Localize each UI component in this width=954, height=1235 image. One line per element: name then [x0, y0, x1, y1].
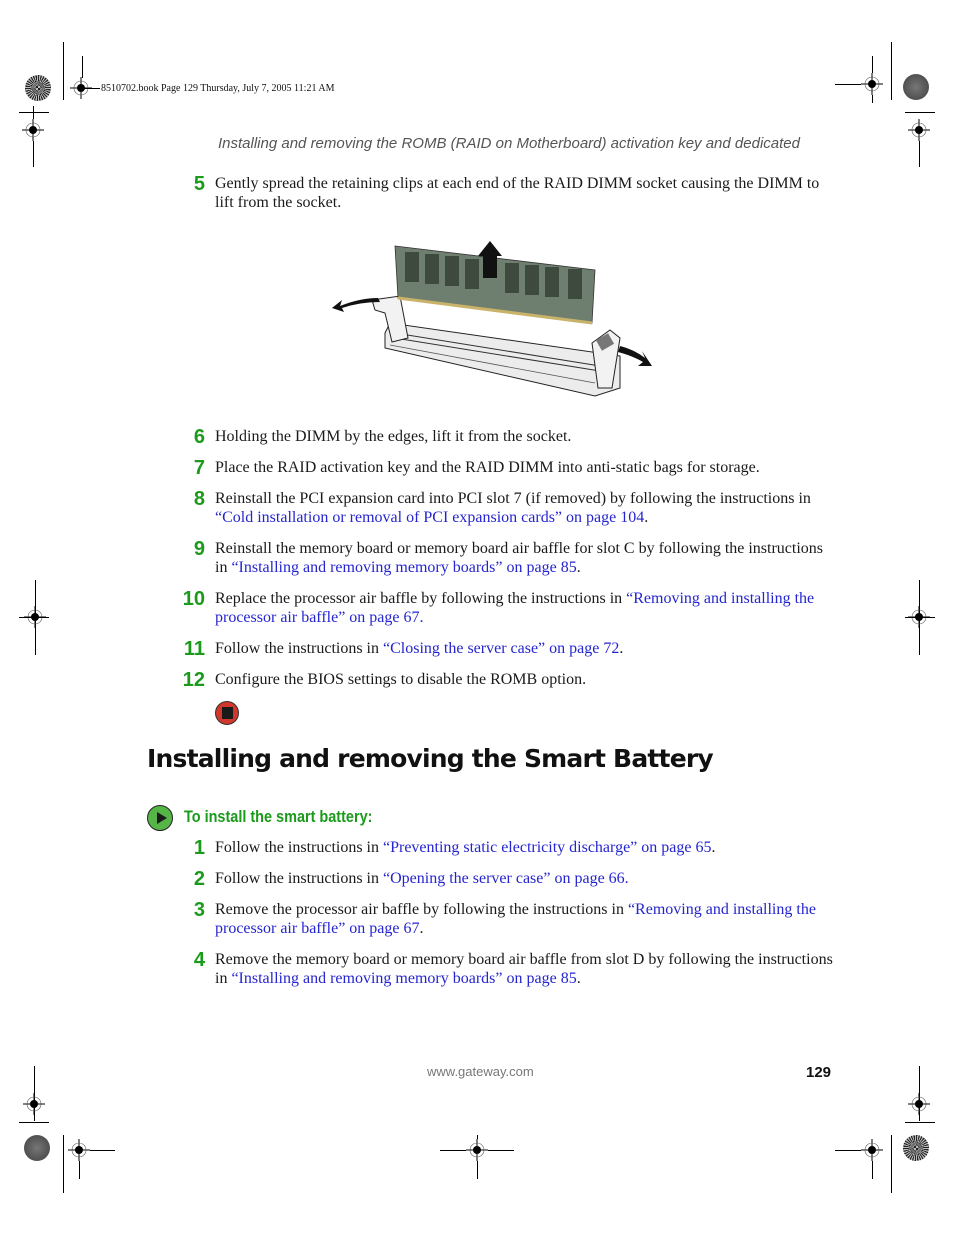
- cross-reference-link[interactable]: “Closing the server case” on page 72: [383, 640, 619, 657]
- crop-mark: [19, 1122, 49, 1123]
- step-number: 1: [193, 837, 205, 859]
- print-slug: 8510702.book Page 129 Thursday, July 7, …: [101, 83, 335, 94]
- color-bar-disc: [24, 1135, 50, 1161]
- crop-mark: [477, 1161, 478, 1179]
- step-item: 10 Replace the processor air baffle by f…: [180, 589, 835, 627]
- step-number: 6: [193, 426, 205, 448]
- crop-mark: [19, 112, 49, 113]
- crop-mark: [440, 1150, 466, 1151]
- color-bar-disc: [903, 74, 929, 100]
- step-item: 3 Remove the processor air baffle by fol…: [180, 900, 835, 938]
- step-item: 1 Follow the instructions in “Preventing…: [180, 837, 835, 859]
- color-bar-disc: [25, 75, 51, 101]
- registration-mark-icon: [861, 1139, 883, 1161]
- registration-mark-icon: [68, 1139, 90, 1161]
- crop-mark: [79, 1161, 80, 1179]
- running-head: Installing and removing the ROMB (RAID o…: [218, 135, 800, 152]
- step-text: Replace the processor air baffle by foll…: [215, 590, 815, 626]
- step-text: Place the RAID activation key and the RA…: [215, 459, 760, 476]
- registration-mark-icon: [23, 1093, 45, 1115]
- step-number: 12: [182, 669, 205, 691]
- crop-mark: [835, 1150, 861, 1151]
- page-number: 129: [806, 1064, 832, 1081]
- cross-reference-link[interactable]: “Opening the server case” on page 66.: [383, 870, 629, 887]
- dimm-socket: [384, 322, 621, 397]
- step-text: Holding the DIMM by the edges, lift it f…: [215, 428, 572, 445]
- color-bar-disc: [903, 1135, 929, 1161]
- arrow-left-icon: [332, 298, 380, 312]
- dimm-removal-illustration: [332, 241, 652, 397]
- step-item: 6 Holding the DIMM by the edges, lift it…: [180, 426, 835, 448]
- crop-mark: [905, 617, 935, 618]
- crop-mark: [63, 42, 64, 100]
- crop-mark: [82, 56, 83, 78]
- cross-reference-link[interactable]: “Installing and removing memory boards” …: [231, 970, 576, 987]
- step-text: Follow the instructions in “Closing the …: [215, 640, 624, 657]
- registration-mark-icon: [22, 119, 44, 141]
- crop-mark: [872, 1161, 873, 1179]
- registration-mark-icon: [908, 1093, 930, 1115]
- crop-mark: [63, 1135, 64, 1193]
- step-number: 10: [182, 588, 205, 610]
- crop-mark: [891, 1135, 892, 1193]
- crop-mark: [891, 42, 892, 100]
- crop-mark: [82, 88, 100, 89]
- step-number: 5: [193, 173, 205, 195]
- step-number: 3: [193, 899, 205, 921]
- crop-mark: [872, 95, 873, 103]
- registration-mark-icon: [908, 119, 930, 141]
- step-item: 8 Reinstall the PCI expansion card into …: [180, 489, 835, 527]
- play-icon: [147, 805, 173, 831]
- arrow-right-icon: [618, 346, 652, 366]
- procedure-heading: To install the smart battery:: [184, 807, 373, 826]
- footer-url: www.gateway.com: [427, 1064, 534, 1079]
- step-item: 9 Reinstall the memory board or memory b…: [180, 539, 835, 577]
- crop-mark: [905, 112, 935, 113]
- crop-mark: [919, 141, 920, 167]
- crop-mark: [835, 84, 861, 85]
- registration-mark-icon: [861, 73, 883, 95]
- crop-mark: [19, 617, 49, 618]
- step-item: 12 Configure the BIOS settings to disabl…: [180, 669, 835, 691]
- step-text: Remove the processor air baffle by follo…: [215, 901, 816, 937]
- step-text: Remove the memory board or memory board …: [215, 951, 833, 987]
- cross-reference-link[interactable]: “Installing and removing memory boards” …: [231, 559, 576, 576]
- step-number: 8: [193, 488, 205, 510]
- cross-reference-link[interactable]: “Preventing static electricity discharge…: [383, 839, 711, 856]
- crop-mark: [33, 106, 34, 119]
- stop-icon: [215, 701, 239, 725]
- step-item: 4 Remove the memory board or memory boar…: [180, 950, 835, 988]
- crop-mark: [488, 1150, 514, 1151]
- step-item: 11 Follow the instructions in “Closing t…: [180, 638, 835, 660]
- crop-mark: [477, 1135, 478, 1139]
- step-item: 2 Follow the instructions in “Opening th…: [180, 868, 835, 890]
- step-text: Configure the BIOS settings to disable t…: [215, 671, 587, 688]
- crop-mark: [872, 56, 873, 73]
- step-number: 11: [183, 638, 205, 660]
- section-title: Installing and removing the Smart Batter…: [147, 744, 714, 773]
- crop-mark: [33, 141, 34, 167]
- crop-mark: [905, 1122, 935, 1123]
- step-text: Gently spread the retaining clips at eac…: [215, 175, 820, 211]
- step-text: Reinstall the memory board or memory boa…: [215, 540, 824, 576]
- step-text: Follow the instructions in “Preventing s…: [215, 839, 716, 856]
- registration-mark-icon: [466, 1139, 488, 1161]
- step-item: 7 Place the RAID activation key and the …: [180, 457, 835, 479]
- step-text: Follow the instructions in “Opening the …: [215, 870, 629, 887]
- step-number: 9: [193, 538, 205, 560]
- step-text: Reinstall the PCI expansion card into PC…: [215, 490, 811, 526]
- cross-reference-link[interactable]: “Cold installation or removal of PCI exp…: [215, 509, 644, 526]
- crop-mark: [90, 1150, 115, 1151]
- left-retaining-clip: [371, 295, 409, 343]
- step-number: 7: [193, 457, 205, 479]
- step-item: 5 Gently spread the retaining clips at e…: [180, 174, 835, 212]
- step-number: 4: [193, 949, 205, 971]
- step-number: 2: [193, 868, 205, 890]
